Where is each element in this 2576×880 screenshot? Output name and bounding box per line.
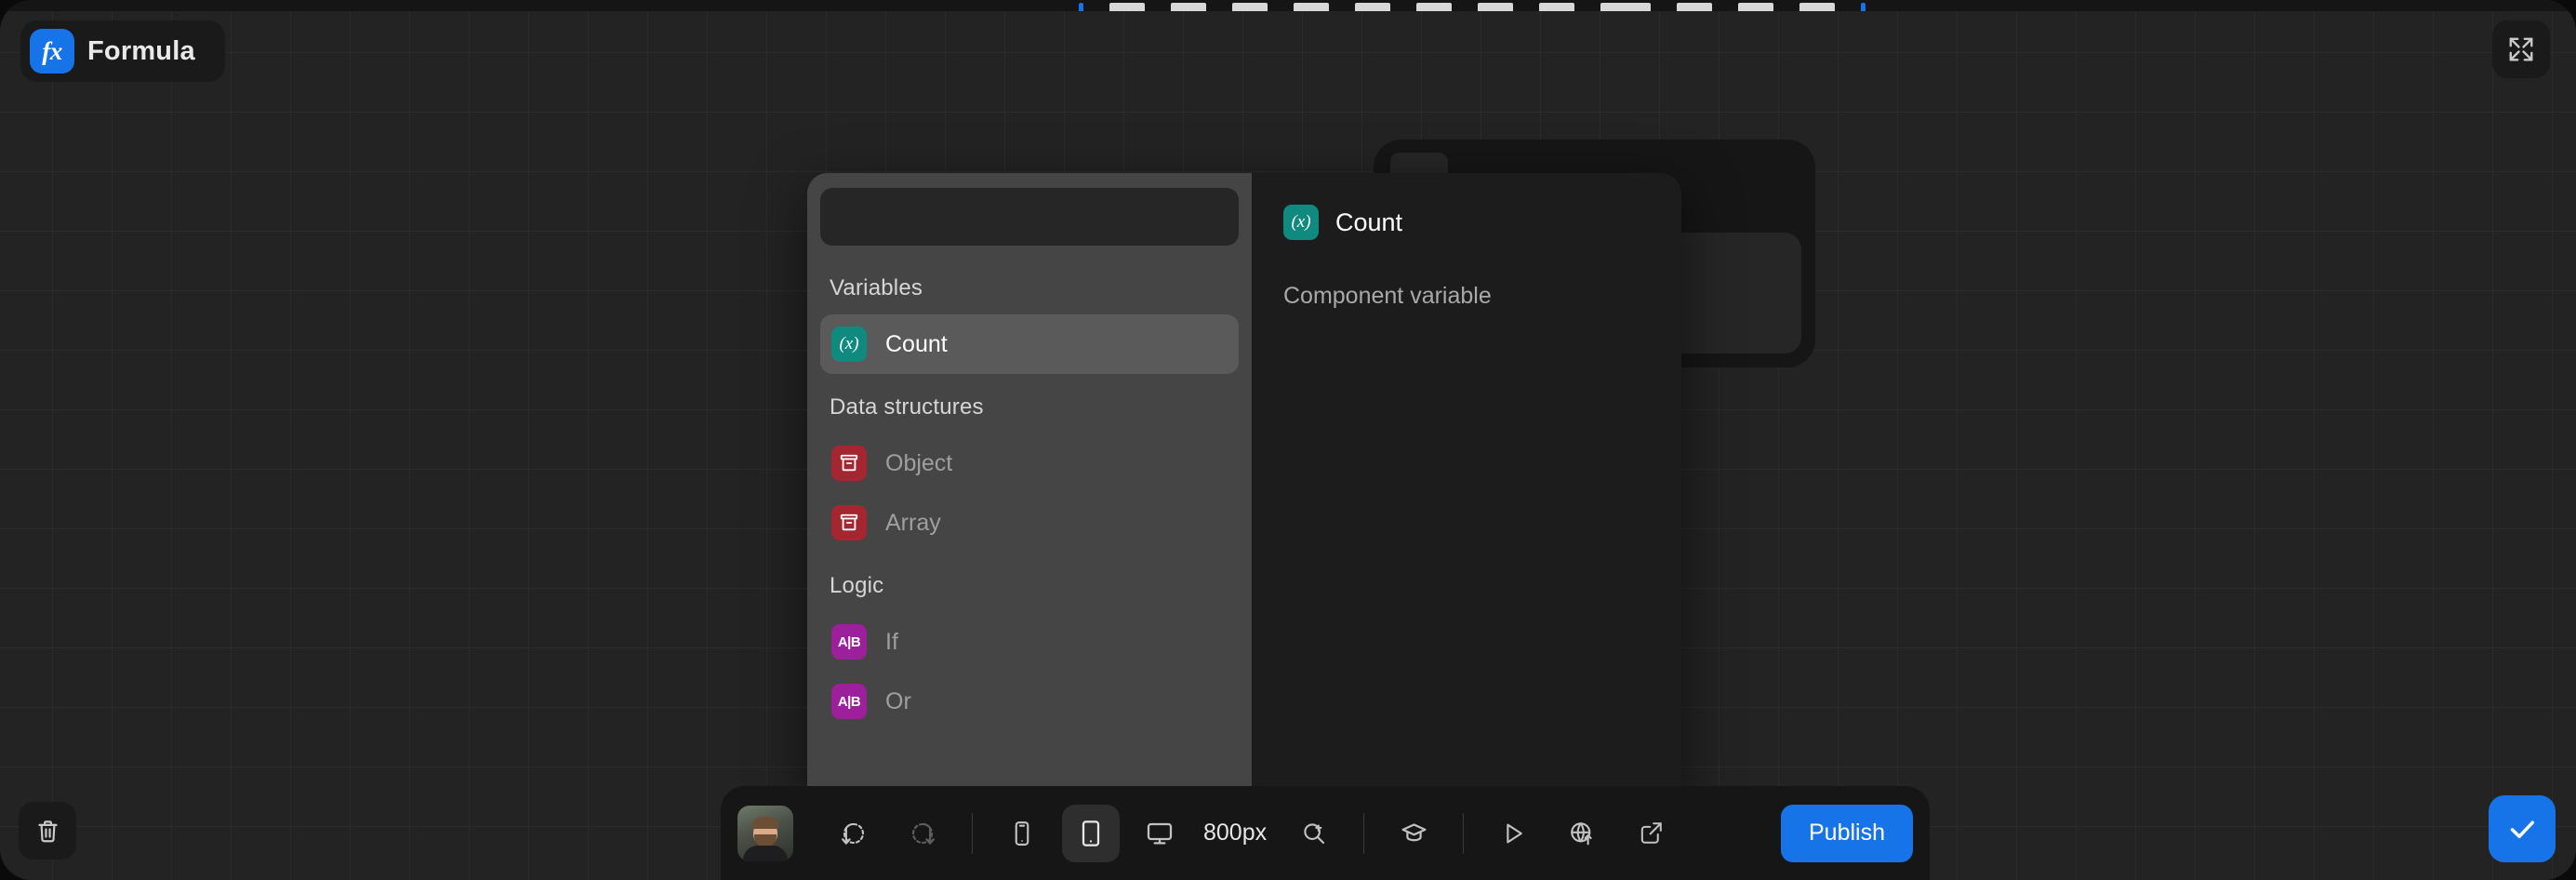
graduation-cap-icon [1400,819,1428,847]
expand-arrows-icon [2507,35,2535,63]
group-header-logic: Logic [830,573,884,598]
sliver-chip [1677,3,1712,11]
check-icon [2505,812,2539,846]
picker-item-or[interactable]: A|B Or [820,672,1239,731]
detail-title: Count [1335,207,1403,236]
picker-item-label: Or [885,687,911,714]
sliver-chip [1478,3,1513,11]
desktop-icon [1145,819,1175,848]
logic-icon: A|B [831,624,867,660]
zoom-reset-icon [1300,820,1328,847]
publish-button[interactable]: Publish [1781,804,1913,862]
device-phone-button[interactable] [993,805,1051,862]
redo-button[interactable] [894,805,951,862]
device-tablet-button[interactable] [1062,804,1120,862]
tablet-icon [1076,819,1106,848]
sliver-chip [1738,3,1773,11]
formula-header: fx Formula [20,20,225,82]
preview-button[interactable] [1484,805,1542,862]
learn-button[interactable] [1385,805,1442,862]
detail-header: (x) Count [1283,205,1650,240]
delete-button[interactable] [19,802,76,860]
sliver-chip [1600,3,1651,11]
sliver-chip [1232,3,1268,11]
external-link-icon [1638,820,1665,847]
globe-upload-icon [1568,820,1596,847]
sliver-chip [1416,3,1452,11]
viewport-width-label: 800px [1203,820,1268,846]
undo-button[interactable] [825,805,883,862]
picker-item-count[interactable]: (x) Count [820,314,1239,374]
logic-icon: A|B [831,684,867,719]
publish-web-button[interactable] [1553,805,1611,862]
undo-icon [840,820,868,847]
variable-icon: (x) [1283,205,1319,240]
picker-item-label: Object [885,449,953,476]
bottom-toolbar: 800px Publish [721,786,1930,880]
sliver-chip [1294,3,1329,11]
confirm-button[interactable] [2489,795,2556,862]
fx-icon: fx [30,29,74,73]
avatar-hair [751,816,779,829]
sliver-chip [1079,3,1083,11]
picker-item-label: If [885,628,898,655]
sliver-chip [1861,3,1866,11]
open-external-button[interactable] [1622,805,1680,862]
group-header-data-structures: Data structures [830,394,984,420]
formula-picker-popover: Variables (x) Count Data structures Obje… [807,173,1681,806]
object-icon [831,446,867,481]
picker-item-label: Count [885,330,948,357]
sliver-chip [1799,3,1835,11]
top-toolbar-sliver [0,0,2576,11]
redo-icon [909,820,936,847]
toolbar-divider [1463,812,1465,854]
array-icon [831,505,867,540]
picker-item-label: Array [885,509,941,536]
picker-list-panel: Variables (x) Count Data structures Obje… [807,173,1252,806]
sliver-chip [1171,3,1206,11]
app-canvas: fx Formula Variables (x) Count Data stru… [0,0,2576,880]
picker-detail-panel: (x) Count Component variable [1252,173,1681,806]
trash-icon [34,818,61,845]
sliver-chip [1539,3,1574,11]
device-desktop-button[interactable] [1131,805,1188,862]
sliver-chip [1109,3,1145,11]
avatar[interactable] [737,805,793,861]
avatar-body [743,845,788,861]
picker-scroll-area[interactable]: Variables (x) Count Data structures Obje… [820,246,1239,806]
play-icon [1499,820,1527,847]
zoom-reset-button[interactable] [1285,805,1343,862]
group-header-variables: Variables [830,275,923,300]
picker-item-object[interactable]: Object [820,433,1239,493]
page-title: Formula [87,35,195,66]
picker-item-array[interactable]: Array [820,493,1239,553]
variable-icon: (x) [831,327,867,362]
toolbar-divider [972,812,973,854]
detail-subtitle: Component variable [1283,283,1492,309]
sliver-chip [1355,3,1390,11]
search-input[interactable] [820,188,1239,246]
picker-item-if[interactable]: A|B If [820,612,1239,672]
expand-button[interactable] [2492,20,2550,78]
phone-icon [1008,820,1036,847]
toolbar-divider [1363,812,1365,854]
